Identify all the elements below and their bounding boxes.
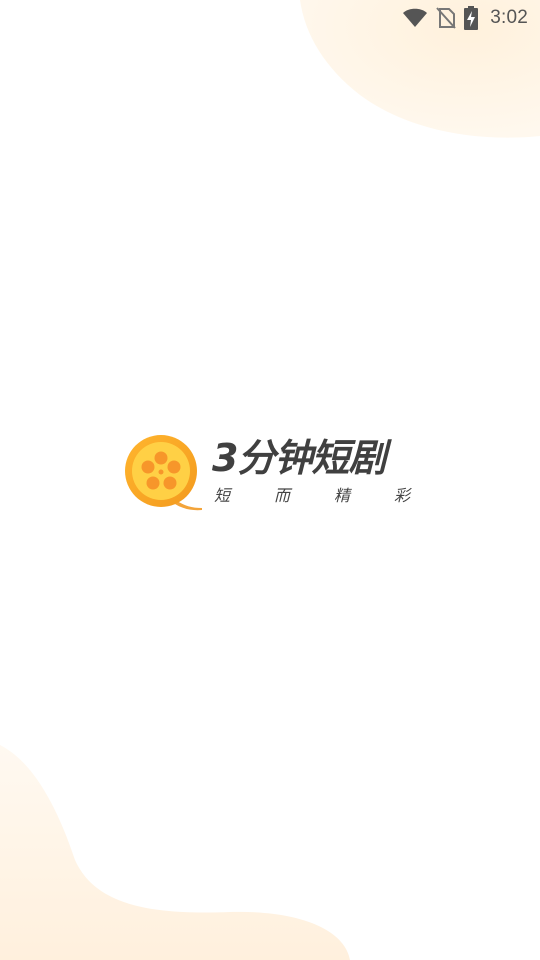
- wifi-icon: [402, 8, 428, 28]
- bottom-left-blob: [0, 745, 350, 960]
- slogan-char: 精: [333, 486, 350, 505]
- slogan-char: 彩: [393, 486, 410, 505]
- status-time: 3:02: [490, 7, 528, 28]
- splash-logo: 3分钟短剧 短 而 精 彩: [124, 434, 424, 514]
- slogan-char: 短: [214, 486, 231, 505]
- app-slogan: 短 而 精 彩: [214, 486, 410, 506]
- film-reel-q-icon: [125, 435, 202, 511]
- battery-charging-icon: [464, 6, 479, 30]
- status-icons: 3:02: [402, 6, 528, 30]
- status-bar: 3:02: [0, 0, 540, 36]
- no-sim-icon: [436, 7, 456, 29]
- app-title: 3分钟短剧: [212, 436, 386, 480]
- slogan-char: 而: [273, 486, 290, 505]
